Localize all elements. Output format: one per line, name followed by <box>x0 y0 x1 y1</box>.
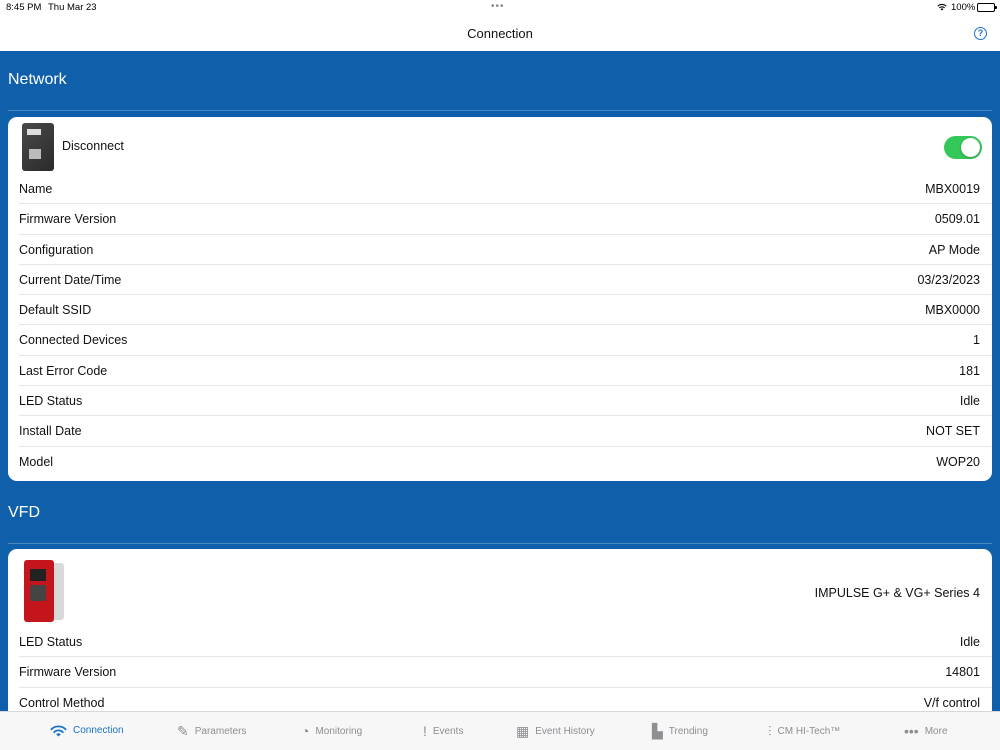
tab-label: Parameters <box>194 725 247 737</box>
battery-icon <box>977 3 997 12</box>
info-row-label: Firmware Version <box>19 212 117 227</box>
info-row: Model WOP20 <box>19 447 992 477</box>
info-row-label: LED Status <box>19 635 83 649</box>
info-row-label: Current Date/Time <box>19 272 122 287</box>
status-date: Thu Mar 23 <box>48 2 97 13</box>
info-row-value: Idle <box>959 394 980 409</box>
info-row-label: Name <box>19 182 53 196</box>
info-row: Firmware Version 0509.01 <box>19 204 992 235</box>
info-row-value: V/f control <box>923 695 980 710</box>
question-circle-icon[interactable]: ? <box>974 27 987 40</box>
info-row: Configuration AP Mode <box>19 235 992 265</box>
bar-chart-icon: ▙ <box>652 723 663 739</box>
info-row-label: Install Date <box>19 424 82 439</box>
info-row: Connected Devices 1 <box>19 325 992 356</box>
vfd-device-row: IMPULSE G+ & VG+ Series 4 <box>19 549 992 627</box>
status-time: 8:45 PM <box>6 2 42 13</box>
info-row-label: Default SSID <box>19 303 92 318</box>
vfd-header-label: VFD <box>8 504 40 521</box>
tab-label: Trending <box>668 725 708 737</box>
tab-label: Monitoring <box>315 725 363 737</box>
network-module-image <box>22 123 54 171</box>
info-row-value: AP Mode <box>928 242 980 257</box>
info-row-value: 1 <box>973 333 980 348</box>
vfd-drive-image <box>24 560 64 624</box>
info-row-value: 03/23/2023 <box>917 272 980 287</box>
tab-label: Events <box>432 725 464 737</box>
page-title: Connection <box>467 26 533 41</box>
status-bar: 8:45 PM Thu Mar 23 ••• 100% <box>0 0 1000 16</box>
info-row: LED Status Idle <box>19 627 992 658</box>
network-card: Disconnect Name MBX0019 Firmware Version 05… <box>8 117 992 481</box>
network-header-label: Network <box>8 71 67 88</box>
vfd-card: IMPULSE G+ & VG+ Series 4 LED Status Idle… <box>8 549 992 711</box>
info-row-label: LED Status <box>19 394 83 409</box>
info-row-value: WOP20 <box>936 454 980 469</box>
info-row-label: Last Error Code <box>19 363 108 378</box>
info-row-label: Configuration <box>19 242 94 257</box>
divider <box>8 543 992 544</box>
connection-toggle[interactable] <box>944 136 982 159</box>
ellipsis-icon: ••• <box>904 723 919 739</box>
tab-cm-hi-tech[interactable]: ⫶ CM HI-Tech™ <box>768 724 840 738</box>
connection-content[interactable]: Network Disconnect Name MBX0019 Firmware V… <box>0 51 1000 711</box>
tab-label: CM HI-Tech™ <box>777 725 841 737</box>
info-row-value: 14801 <box>945 665 980 680</box>
disconnect-label: Disconnect <box>62 139 124 153</box>
info-row: Firmware Version 14801 <box>19 657 992 688</box>
info-row: LED Status Idle <box>19 386 992 417</box>
info-row-value: 0509.01 <box>934 212 980 227</box>
exclamation-icon: ! <box>423 723 427 739</box>
network-info-list: Name MBX0019 Firmware Version 0509.01 Config… <box>8 174 992 477</box>
pencil-icon: ✎ <box>177 723 189 739</box>
tab-label: Event History <box>535 725 595 737</box>
info-row-label: Model <box>19 454 54 469</box>
navigation-bar: Connection ? <box>0 16 1000 51</box>
info-row: Control Method V/f control <box>19 688 992 711</box>
tab-connection[interactable]: Connection <box>50 724 124 737</box>
calendar-icon: ▦ <box>516 723 530 739</box>
sliders-icon: ⫶ <box>768 723 772 739</box>
info-row-label: Firmware Version <box>19 665 117 680</box>
info-row-value: Idle <box>959 635 980 649</box>
tab-trending[interactable]: ▙ Trending <box>652 724 708 738</box>
info-row: Current Date/Time 03/23/2023 <box>19 265 992 296</box>
tab-label: Connection <box>73 725 124 736</box>
info-row: Last Error Code 181 <box>19 356 992 387</box>
wifi-icon <box>50 725 67 737</box>
info-row: Default SSID MBX0000 <box>19 295 992 326</box>
tab-more[interactable]: ••• More <box>904 724 948 738</box>
info-row-label: Control Method <box>19 695 105 710</box>
tab-parameters[interactable]: ✎ Parameters <box>177 724 246 738</box>
tab-events[interactable]: ! Events <box>423 724 463 738</box>
divider <box>8 110 992 111</box>
network-section-header: Network <box>0 51 1000 111</box>
info-row-value: MBX0000 <box>925 303 980 318</box>
tab-bar: Connection ✎ Parameters ◔ Monitoring ! E… <box>0 711 1000 750</box>
info-row: Name MBX0019 <box>19 174 992 205</box>
tab-label: More <box>924 725 948 737</box>
info-row-value: 181 <box>959 363 980 378</box>
vfd-device-name: IMPULSE G+ & VG+ Series 4 <box>814 586 980 600</box>
wifi-status-icon <box>937 3 947 11</box>
gauge-icon: ◔ <box>301 723 310 739</box>
info-row-value: MBX0019 <box>925 182 980 196</box>
vfd-section-header: VFD <box>0 481 1000 544</box>
info-row: Install Date NOT SET <box>19 416 992 447</box>
multitasking-dots-icon[interactable]: ••• <box>491 1 505 12</box>
info-row-label: Connected Devices <box>19 333 128 348</box>
vfd-info-list: LED Status Idle Firmware Version 14801 Contr… <box>8 627 992 711</box>
network-device-row: Disconnect <box>19 117 992 174</box>
tab-event-history[interactable]: ▦ Event History <box>516 724 595 738</box>
battery-percent: 100% <box>951 2 976 13</box>
tab-monitoring[interactable]: ◔ Monitoring <box>301 724 362 738</box>
info-row-value: NOT SET <box>926 424 980 439</box>
